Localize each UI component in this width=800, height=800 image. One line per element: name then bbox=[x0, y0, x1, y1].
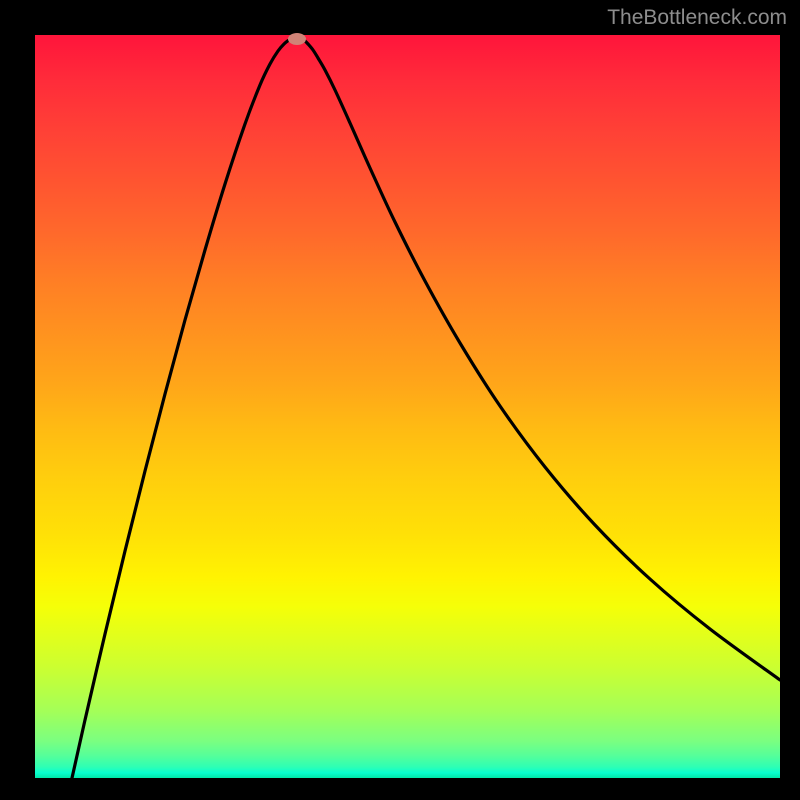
bottleneck-curve bbox=[72, 36, 780, 778]
watermark-text: TheBottleneck.com bbox=[607, 6, 787, 30]
plot-area bbox=[35, 35, 780, 778]
curve-svg bbox=[35, 35, 780, 778]
chart-frame: TheBottleneck.com bbox=[0, 0, 800, 800]
optimal-point-marker bbox=[288, 33, 306, 45]
